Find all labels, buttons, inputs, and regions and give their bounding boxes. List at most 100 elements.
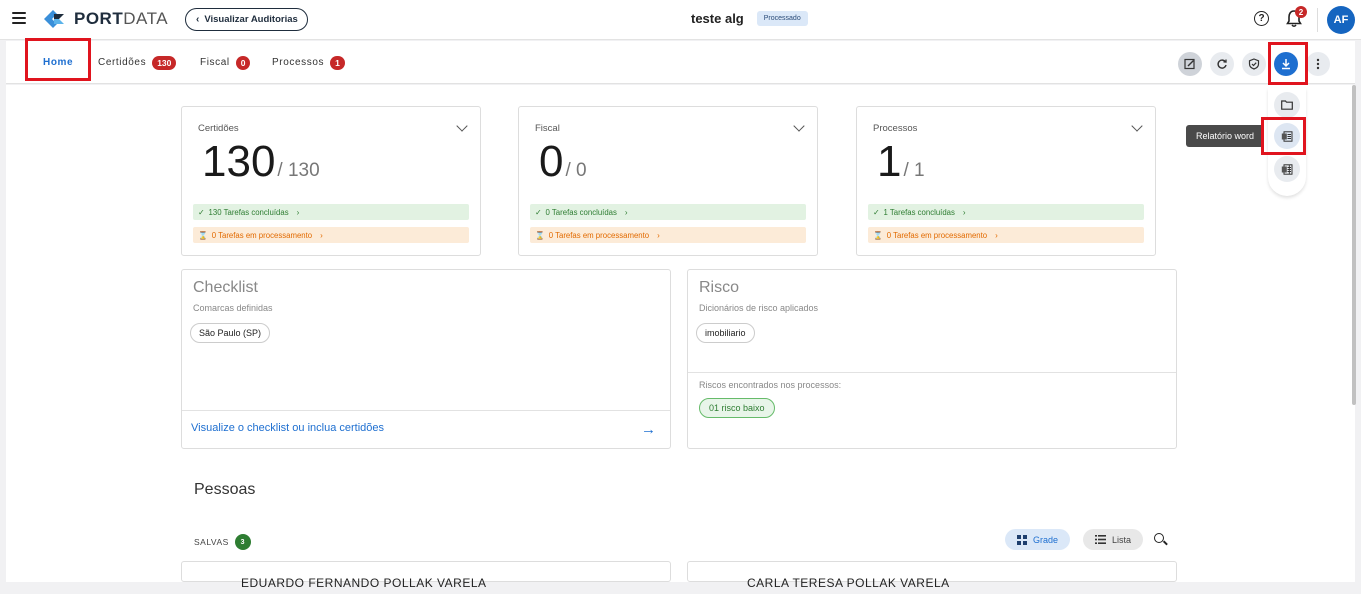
logo-text-main: PORT [74, 9, 124, 28]
tasks-processing-label: 0 Tarefas em processamento [548, 230, 650, 240]
card-divider [182, 410, 670, 411]
tab-certidoes-count: 130 [152, 55, 177, 70]
more-vertical-icon [1316, 58, 1320, 70]
hourglass-icon: ⌛ [535, 230, 545, 240]
stat-total: / 130 [277, 160, 320, 181]
tab-processos[interactable]: Processos 1 [272, 41, 345, 84]
person-card[interactable]: EDUARDO FERNANDO POLLAK VARELA [181, 561, 671, 590]
risks-found-label: Riscos encontrados nos processos: [699, 380, 842, 390]
checklist-link[interactable]: Visualize o checklist ou inclua certidõe… [191, 422, 384, 434]
grid-view-toggle[interactable]: Grade [1005, 529, 1071, 550]
stat-total: / 0 [565, 160, 587, 181]
chevron-down-icon[interactable] [793, 120, 805, 132]
checklist-title: Checklist [193, 279, 258, 296]
saved-count-badge: 3 [234, 534, 251, 550]
excel-report-option[interactable] [1274, 156, 1300, 182]
comarca-chip[interactable]: São Paulo (SP) [190, 323, 271, 343]
tasks-processing-label: 0 Tarefas em processamento [886, 230, 988, 240]
chevron-right-icon: › [995, 230, 998, 240]
status-badge: Processado [756, 11, 808, 26]
checklist-subtitle: Comarcas definidas [193, 303, 273, 313]
tasks-done-pill[interactable]: ✓ 130 Tarefas concluídas › [193, 204, 469, 220]
stat-value: 0 [539, 137, 564, 186]
tab-bar: Home Certidões 130 Fiscal 0 Processos 1 [6, 41, 1355, 84]
risco-card: Risco Dicionários de risco aplicados imo… [687, 269, 1177, 449]
stat-total: / 1 [903, 160, 925, 181]
tab-fiscal[interactable]: Fiscal 0 [200, 41, 251, 84]
stat-value-group: 0/ 0 [539, 137, 587, 187]
tasks-processing-pill[interactable]: ⌛ 0 Tarefas em processamento › [868, 227, 1144, 243]
stat-value-group: 1/ 1 [877, 137, 925, 187]
hourglass-icon: ⌛ [198, 230, 208, 240]
tab-certidoes[interactable]: Certidões 130 [98, 41, 177, 84]
top-bar: PORTDATA ‹ Visualizar Auditorias teste a… [0, 0, 1361, 40]
arrow-right-icon[interactable]: → [641, 421, 656, 438]
user-avatar[interactable]: AF [1327, 6, 1355, 34]
tab-fiscal-count: 0 [235, 55, 251, 70]
chevron-down-icon[interactable] [456, 120, 468, 132]
chevron-right-icon: › [962, 207, 966, 217]
excel-report-icon [1281, 163, 1293, 175]
hamburger-menu-icon[interactable] [12, 12, 26, 24]
shield-button[interactable] [1242, 52, 1266, 76]
tasks-done-label: 0 Tarefas concluídas [545, 207, 617, 217]
shield-check-icon [1248, 58, 1260, 70]
vertical-scrollbar[interactable] [1352, 85, 1356, 405]
stat-label: Fiscal [535, 123, 560, 134]
highlight-box-word-report [1261, 117, 1306, 155]
page-title-group: teste alg Processado [691, 11, 808, 26]
word-report-tooltip: Relatório word [1186, 125, 1265, 147]
grid-icon [1017, 534, 1027, 545]
risk-dictionary-chip[interactable]: imobiliario [696, 323, 755, 343]
refresh-icon [1217, 59, 1227, 69]
help-icon[interactable]: ? [1254, 11, 1269, 26]
refresh-button[interactable] [1210, 52, 1234, 76]
list-icon [1095, 535, 1106, 544]
person-name: CARLA TERESA POLLAK VARELA [747, 576, 950, 590]
chevron-right-icon: › [320, 230, 323, 240]
notification-count-badge: 2 [1295, 6, 1307, 18]
folder-icon [1281, 100, 1293, 110]
check-icon: ✓ [198, 207, 205, 217]
person-card[interactable]: CARLA TERESA POLLAK VARELA [687, 561, 1177, 590]
highlight-box-download [1268, 42, 1308, 85]
person-name: EDUARDO FERNANDO POLLAK VARELA [241, 576, 487, 590]
saved-people-header: SALVAS 3 [194, 534, 251, 550]
risco-title: Risco [699, 279, 740, 296]
edit-button[interactable] [1178, 52, 1202, 76]
tab-processos-count: 1 [330, 55, 345, 70]
tab-fiscal-label: Fiscal [200, 57, 230, 68]
stat-card-fiscal: Fiscal 0/ 0 ✓ 0 Tarefas concluídas › ⌛ 0 Ta… [518, 106, 818, 256]
risk-level-chip[interactable]: 01 risco baixo [699, 398, 775, 418]
portdata-logo[interactable]: PORTDATA [42, 8, 168, 30]
highlight-box-home-tab [25, 38, 91, 81]
download-folder-option[interactable] [1274, 92, 1300, 118]
more-options-button[interactable] [1306, 52, 1330, 76]
checklist-card: Checklist Comarcas definidas São Paulo (… [181, 269, 671, 449]
stat-value: 1 [877, 137, 902, 186]
stat-value: 130 [202, 137, 276, 186]
list-view-label: Lista [1112, 534, 1132, 545]
check-icon: ✓ [535, 207, 542, 217]
grid-view-label: Grade [1033, 534, 1059, 545]
tasks-done-pill[interactable]: ✓ 1 Tarefas concluídas › [868, 204, 1144, 220]
search-icon[interactable] [1154, 533, 1164, 543]
chevron-left-icon: ‹ [196, 14, 200, 25]
stat-label: Processos [873, 123, 918, 134]
tasks-processing-pill[interactable]: ⌛ 0 Tarefas em processamento › [193, 227, 469, 243]
tasks-done-label: 130 Tarefas concluídas [208, 207, 289, 217]
tasks-processing-pill[interactable]: ⌛ 0 Tarefas em processamento › [530, 227, 806, 243]
stat-label: Certidões [198, 123, 239, 134]
chevron-down-icon[interactable] [1131, 120, 1143, 132]
logo-text: PORTDATA [74, 9, 168, 29]
header-divider [1317, 8, 1318, 32]
pessoas-title: Pessoas [194, 481, 256, 498]
chevron-right-icon: › [657, 230, 660, 240]
risco-subtitle: Dicionários de risco aplicados [699, 303, 819, 313]
check-icon: ✓ [873, 207, 880, 217]
chevron-right-icon: › [624, 207, 628, 217]
tasks-done-pill[interactable]: ✓ 0 Tarefas concluídas › [530, 204, 806, 220]
back-to-audits-button[interactable]: ‹ Visualizar Auditorias [185, 8, 308, 31]
list-view-toggle[interactable]: Lista [1083, 529, 1144, 550]
stat-card-certidoes: Certidões 130/ 130 ✓ 130 Tarefas concluíd… [181, 106, 481, 256]
